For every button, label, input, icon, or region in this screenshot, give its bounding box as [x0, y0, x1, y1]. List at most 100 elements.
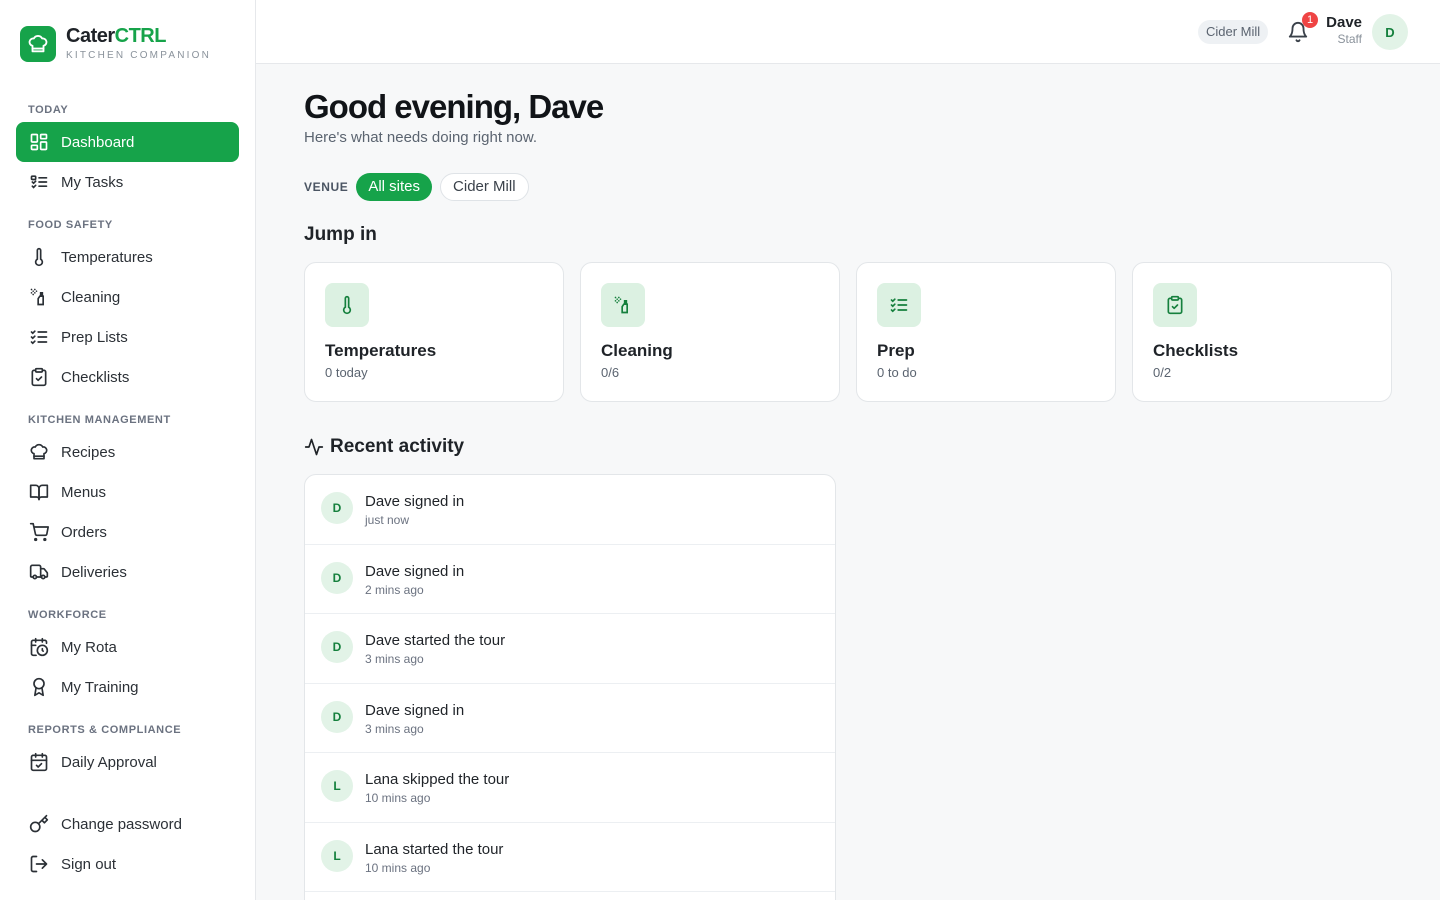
card-title: Cleaning	[601, 341, 673, 360]
thermometer-icon	[28, 246, 50, 268]
sidebar-item-label: Change password	[61, 815, 182, 833]
spray-bottle-icon	[28, 286, 50, 308]
activity-list: D Dave signed in just now D Dave signed …	[304, 474, 836, 900]
avatar: D	[321, 700, 353, 733]
card-temperatures[interactable]: Temperatures 0 today	[304, 262, 564, 402]
avatar: D	[321, 492, 353, 524]
activity-time: 2 mins ago	[365, 582, 424, 597]
sidebar-item-my-tasks[interactable]: My Tasks	[16, 162, 239, 202]
card-prep[interactable]: Prep 0 to do	[856, 262, 1116, 402]
avatar: D	[321, 631, 353, 663]
activity-pulse-icon	[304, 438, 324, 456]
sidebar-item-label: Sign out	[61, 855, 117, 873]
activity-text: Dave started the tour	[365, 632, 506, 649]
card-count: 0/6	[601, 365, 620, 380]
task-list-icon	[28, 171, 50, 193]
sidebar-item-daily-approval[interactable]: Daily Approval	[16, 742, 239, 782]
activity-item: L Lana started the tour 10 mins ago	[305, 823, 835, 892]
sidebar-item-deliveries[interactable]: Deliveries	[16, 552, 239, 592]
venue-option-all-sites[interactable]: All sites	[356, 173, 433, 201]
nav-section-food-safety: FOOD SAFETY	[28, 219, 113, 231]
chef-hat-icon	[28, 441, 50, 463]
checklist-icon	[28, 326, 50, 348]
activity-item: D Dave signed in 3 mins ago	[305, 684, 835, 753]
activity-item: L Lana skipped the tour 10 mins ago	[305, 753, 835, 823]
brand-tagline: KITCHEN COMPANION	[66, 50, 211, 61]
venue-option-cider-mill[interactable]: Cider Mill	[440, 173, 529, 201]
sidebar-item-temperatures[interactable]: Temperatures	[16, 237, 239, 277]
nav-section-reports-compliance: REPORTS & COMPLIANCE	[28, 724, 182, 736]
key-icon	[28, 813, 50, 835]
sidebar-item-menus[interactable]: Menus	[16, 472, 239, 512]
sidebar-item-dashboard[interactable]: Dashboard	[16, 122, 239, 162]
card-checklists[interactable]: Checklists 0/2	[1132, 262, 1392, 402]
sidebar-item-label: Dashboard	[61, 133, 135, 151]
activity-time: 3 mins ago	[365, 721, 424, 736]
brand-name: CaterCTRL	[66, 25, 166, 47]
sidebar-item-my-training[interactable]: My Training	[16, 667, 239, 707]
checklist-icon	[877, 283, 921, 327]
sidebar-item-label: Cleaning	[61, 288, 121, 306]
activity-text: Dave signed in	[365, 493, 465, 510]
activity-time: 3 mins ago	[365, 652, 424, 666]
activity-time: 10 mins ago	[365, 791, 431, 805]
sidebar-item-checklists[interactable]: Checklists	[16, 357, 239, 397]
sidebar-item-label: My Training	[61, 678, 139, 696]
activity-time: 10 mins ago	[365, 860, 431, 875]
sidebar-item-recipes[interactable]: Recipes	[16, 432, 239, 472]
book-icon	[28, 481, 50, 503]
venue-filter-label: VENUE	[304, 180, 349, 194]
cart-icon	[28, 521, 50, 543]
sidebar-item-change-password[interactable]: Change password	[16, 804, 239, 844]
brand[interactable]: CaterCTRL KITCHEN COMPANION	[20, 25, 211, 62]
sidebar-item-my-rota[interactable]: My Rota	[16, 627, 239, 667]
sidebar-item-label: My Rota	[61, 638, 117, 656]
activity-text: Lana started the tour	[365, 840, 504, 858]
sidebar-item-label: My Tasks	[61, 173, 124, 191]
sidebar: CaterCTRL KITCHEN COMPANION TODAY Dashbo…	[0, 0, 256, 900]
sidebar-item-sign-out[interactable]: Sign out	[16, 844, 239, 884]
sidebar-item-label: Daily Approval	[61, 753, 157, 771]
card-title: Checklists	[1153, 341, 1239, 360]
avatar: L	[321, 839, 353, 872]
activity-time: just now	[365, 513, 410, 527]
venue-filter: VENUE All sites Cider Mill	[304, 172, 537, 202]
page-title: Good evening, Dave	[304, 88, 604, 125]
calendar-check-icon	[28, 751, 50, 773]
sidebar-nav: TODAY Dashboard My Tasks FOOD SAFETY Tem…	[16, 104, 239, 884]
user-name: Dave	[1326, 14, 1362, 31]
activity-text: Lana skipped the tour	[365, 771, 510, 788]
activity-item: D Dave signed in just now	[305, 475, 835, 545]
sign-out-icon	[28, 853, 50, 875]
user-role: Staff	[1337, 32, 1362, 46]
sidebar-item-label: Prep Lists	[61, 328, 128, 346]
card-cleaning[interactable]: Cleaning 0/6	[580, 262, 840, 402]
card-count: 0/2	[1153, 365, 1172, 380]
user-avatar[interactable]: D	[1372, 14, 1408, 50]
clipboard-check-icon	[28, 366, 50, 388]
sidebar-item-label: Checklists	[61, 368, 130, 386]
sidebar-item-cleaning[interactable]: Cleaning	[16, 277, 239, 317]
notification-count-badge: 1	[1302, 12, 1318, 28]
sidebar-item-orders[interactable]: Orders	[16, 512, 239, 552]
card-count: 0 to do	[877, 365, 917, 380]
sidebar-item-prep-lists[interactable]: Prep Lists	[16, 317, 239, 357]
activity-item: D Dave signed in 2 mins ago	[305, 545, 835, 614]
activity-text: Dave signed in	[365, 562, 465, 580]
current-venue-badge: Cider Mill	[1198, 20, 1269, 44]
recent-activity-heading: Recent activity	[304, 436, 464, 458]
sidebar-item-label: Menus	[61, 483, 107, 501]
spray-bottle-icon	[601, 283, 645, 327]
avatar: L	[321, 770, 353, 802]
sidebar-item-label: Temperatures	[61, 248, 153, 266]
chef-hat-logo-icon	[20, 25, 56, 62]
page-subtitle: Here's what needs doing right now.	[304, 129, 538, 146]
quick-links: Temperatures 0 today Cleaning 0/6 Prep 0…	[304, 262, 1392, 402]
activity-item: D Dave started the tour 3 mins ago	[305, 614, 835, 684]
sidebar-item-label: Recipes	[61, 443, 116, 461]
avatar: D	[321, 561, 353, 594]
sidebar-item-label: Deliveries	[61, 563, 127, 581]
card-title: Prep	[877, 341, 915, 360]
activity-text: Dave signed in	[365, 701, 465, 719]
card-count: 0 today	[325, 365, 368, 380]
